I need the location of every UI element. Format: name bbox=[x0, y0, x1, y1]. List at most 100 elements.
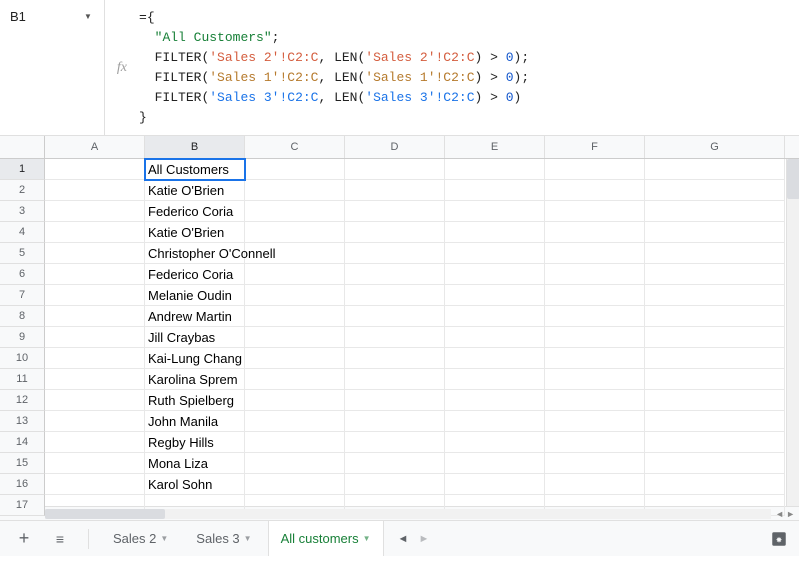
chevron-down-icon[interactable]: ▼ bbox=[244, 534, 252, 543]
row-header[interactable]: 4 bbox=[0, 222, 45, 243]
cell[interactable]: Katie O'Brien bbox=[145, 180, 245, 201]
cell[interactable] bbox=[645, 390, 785, 411]
cell[interactable] bbox=[645, 369, 785, 390]
row-header[interactable]: 10 bbox=[0, 348, 45, 369]
cell[interactable] bbox=[545, 411, 645, 432]
cell[interactable] bbox=[345, 180, 445, 201]
cell[interactable] bbox=[45, 264, 145, 285]
cell[interactable] bbox=[545, 327, 645, 348]
cell[interactable]: John Manila bbox=[145, 411, 245, 432]
cell[interactable] bbox=[545, 243, 645, 264]
sheet-tab-all-customers[interactable]: All customers ▼ bbox=[268, 520, 384, 556]
cell[interactable] bbox=[345, 159, 445, 180]
cell[interactable] bbox=[345, 453, 445, 474]
chevron-down-icon[interactable]: ▼ bbox=[160, 534, 168, 543]
col-header-E[interactable]: E bbox=[445, 136, 545, 158]
cell[interactable] bbox=[445, 243, 545, 264]
cell[interactable] bbox=[545, 432, 645, 453]
horizontal-scroll-thumb[interactable] bbox=[45, 509, 165, 519]
row-header[interactable]: 14 bbox=[0, 432, 45, 453]
row-header[interactable]: 12 bbox=[0, 390, 45, 411]
cell[interactable] bbox=[645, 285, 785, 306]
add-sheet-button[interactable]: + bbox=[8, 523, 40, 555]
cell[interactable] bbox=[345, 474, 445, 495]
cell[interactable] bbox=[345, 222, 445, 243]
cell[interactable] bbox=[545, 180, 645, 201]
cell[interactable] bbox=[45, 411, 145, 432]
row-header[interactable]: 15 bbox=[0, 453, 45, 474]
cell[interactable] bbox=[545, 306, 645, 327]
cell[interactable] bbox=[545, 348, 645, 369]
cell[interactable] bbox=[345, 369, 445, 390]
cell[interactable] bbox=[45, 306, 145, 327]
cell[interactable] bbox=[545, 159, 645, 180]
col-header-D[interactable]: D bbox=[345, 136, 445, 158]
cell[interactable] bbox=[445, 411, 545, 432]
cell[interactable] bbox=[245, 453, 345, 474]
cell[interactable] bbox=[345, 432, 445, 453]
cell[interactable] bbox=[245, 222, 345, 243]
cell[interactable]: Ruth Spielberg bbox=[145, 390, 245, 411]
cell[interactable] bbox=[245, 159, 345, 180]
horizontal-scrollbar[interactable] bbox=[45, 509, 771, 519]
row-header[interactable]: 2 bbox=[0, 180, 45, 201]
cell[interactable] bbox=[245, 474, 345, 495]
select-all-corner[interactable] bbox=[0, 136, 45, 159]
cell[interactable] bbox=[645, 243, 785, 264]
cell[interactable] bbox=[45, 348, 145, 369]
cell[interactable] bbox=[545, 285, 645, 306]
scroll-right-icon[interactable]: ► bbox=[786, 509, 795, 519]
cell[interactable]: Mona Liza bbox=[145, 453, 245, 474]
row-header[interactable]: 13 bbox=[0, 411, 45, 432]
cell[interactable] bbox=[45, 159, 145, 180]
cell[interactable] bbox=[645, 411, 785, 432]
cell[interactable] bbox=[345, 243, 445, 264]
cell[interactable] bbox=[245, 327, 345, 348]
col-header-A[interactable]: A bbox=[45, 136, 145, 158]
tab-nav-left-icon[interactable]: ◄ bbox=[398, 533, 409, 545]
all-sheets-button[interactable]: ≡ bbox=[44, 523, 76, 555]
cell[interactable] bbox=[245, 432, 345, 453]
tab-nav-right-icon[interactable]: ► bbox=[418, 533, 429, 545]
formula-input[interactable]: ={ "All Customers"; FILTER('Sales 2'!C2:… bbox=[139, 0, 529, 136]
cell[interactable] bbox=[245, 411, 345, 432]
cell[interactable] bbox=[445, 306, 545, 327]
cell[interactable] bbox=[445, 432, 545, 453]
cell[interactable]: Andrew Martin bbox=[145, 306, 245, 327]
chevron-down-icon[interactable]: ▼ bbox=[80, 12, 96, 21]
cell[interactable] bbox=[45, 369, 145, 390]
cell[interactable] bbox=[445, 159, 545, 180]
col-header-C[interactable]: C bbox=[245, 136, 345, 158]
row-header[interactable]: 8 bbox=[0, 306, 45, 327]
col-header-F[interactable]: F bbox=[545, 136, 645, 158]
cell[interactable]: Melanie Oudin bbox=[145, 285, 245, 306]
cell[interactable] bbox=[645, 180, 785, 201]
sheet-tab-sales-3[interactable]: Sales 3 ▼ bbox=[184, 521, 263, 557]
cell[interactable] bbox=[245, 306, 345, 327]
cell[interactable] bbox=[445, 474, 545, 495]
cell[interactable] bbox=[445, 390, 545, 411]
cell[interactable]: Christopher O'Connell bbox=[145, 243, 245, 264]
cell[interactable] bbox=[345, 411, 445, 432]
cell[interactable] bbox=[45, 432, 145, 453]
col-header-B[interactable]: B bbox=[145, 136, 245, 158]
cell[interactable] bbox=[345, 306, 445, 327]
cell[interactable] bbox=[45, 222, 145, 243]
cell[interactable] bbox=[445, 180, 545, 201]
row-header[interactable]: 17 bbox=[0, 495, 45, 516]
cell[interactable] bbox=[445, 285, 545, 306]
explore-button[interactable] bbox=[767, 527, 791, 551]
cell[interactable] bbox=[445, 348, 545, 369]
cell[interactable] bbox=[345, 264, 445, 285]
cell[interactable] bbox=[545, 453, 645, 474]
cell[interactable] bbox=[445, 453, 545, 474]
cell[interactable] bbox=[245, 390, 345, 411]
cell[interactable] bbox=[345, 390, 445, 411]
row-header[interactable]: 6 bbox=[0, 264, 45, 285]
cell[interactable] bbox=[645, 432, 785, 453]
cell[interactable] bbox=[245, 201, 345, 222]
cell[interactable] bbox=[45, 390, 145, 411]
row-header[interactable]: 5 bbox=[0, 243, 45, 264]
vertical-scrollbar[interactable] bbox=[786, 159, 799, 506]
sheet-tab-sales-2[interactable]: Sales 2 ▼ bbox=[101, 521, 180, 557]
